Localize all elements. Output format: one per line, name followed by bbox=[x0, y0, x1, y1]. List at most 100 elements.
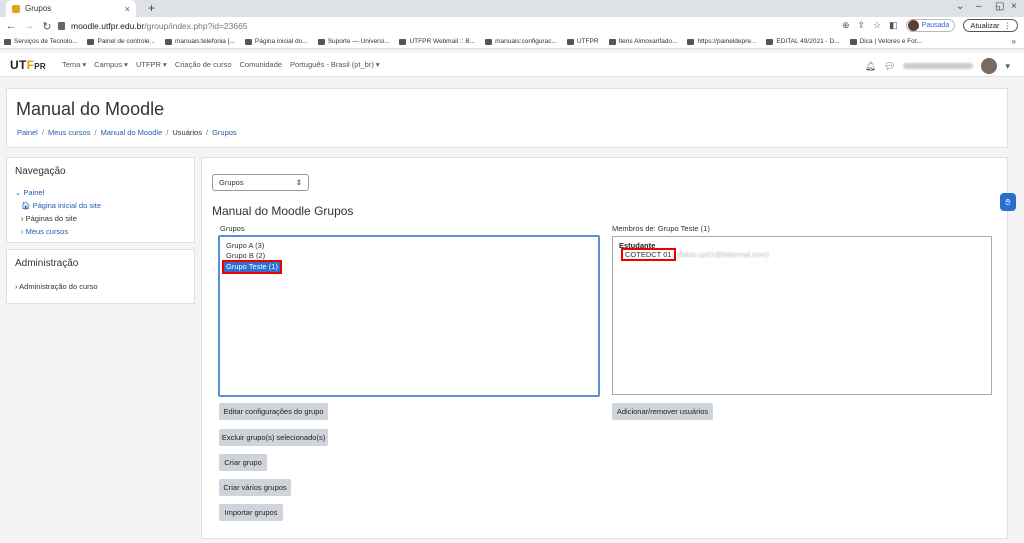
nav-site-pages[interactable]: › Páginas do site bbox=[15, 212, 101, 225]
url-host: moodle.utfpr.edu.br bbox=[71, 21, 145, 31]
bookmark-item[interactable]: Itens Almoxarifado... bbox=[608, 38, 677, 45]
profile-button[interactable]: Pausada bbox=[905, 19, 956, 32]
navbar-menu-item[interactable]: Tema ▾ bbox=[62, 60, 86, 69]
home-icon: 🏠︎ bbox=[21, 201, 31, 210]
groups-listbox[interactable]: Grupo A (3) Grupo B (2) Grupo Teste (1) bbox=[218, 235, 600, 397]
bookmark-favicon-icon bbox=[244, 38, 252, 45]
bookmark-item[interactable]: Dica | Vetores e Fot... bbox=[849, 38, 922, 45]
navbar-menu-item[interactable]: Criação de curso bbox=[175, 60, 232, 69]
breadcrumb-course[interactable]: Manual do Moodle bbox=[101, 128, 163, 137]
bookmark-favicon-icon bbox=[399, 38, 407, 45]
back-icon[interactable]: ← bbox=[4, 20, 18, 32]
url-path: /group/index.php?id=23665 bbox=[144, 21, 248, 31]
administration-block: Administração › Administração do curso bbox=[6, 249, 195, 304]
members-role-group: Estudante bbox=[619, 241, 656, 250]
chevron-down-icon[interactable]: ⌄ bbox=[956, 1, 964, 12]
profile-avatar bbox=[907, 20, 919, 31]
user-name-redacted[interactable] bbox=[903, 63, 974, 69]
messages-icon[interactable]: 💬︎ bbox=[884, 61, 895, 72]
star-icon[interactable]: ☆ bbox=[873, 20, 881, 31]
update-label: Atualizar bbox=[970, 21, 1000, 30]
url-field[interactable]: moodle.utfpr.edu.br/group/index.php?id=2… bbox=[58, 19, 858, 33]
bookmark-favicon-icon bbox=[87, 38, 95, 45]
new-tab-button[interactable]: + bbox=[148, 1, 155, 15]
share-icon[interactable]: ⇪ bbox=[858, 20, 866, 31]
zoom-icon[interactable]: ⊕ bbox=[842, 20, 850, 31]
bookmark-favicon-icon bbox=[317, 38, 325, 45]
chevron-down-icon[interactable]: ▾ bbox=[1005, 61, 1010, 72]
member-email-redacted: (fabio.cp01@fakemail.com) bbox=[677, 250, 769, 259]
bookmark-favicon-icon bbox=[849, 38, 857, 45]
minimize-icon[interactable]: – bbox=[976, 1, 982, 12]
group-option-a[interactable]: Grupo A (3) bbox=[220, 241, 598, 251]
moodle-navbar: UTFPR Tema ▾ Campus ▾ UTFPR ▾ Criação de cu… bbox=[0, 53, 1024, 77]
member-option[interactable]: COTEDCT 01 (fabio.cp01@fakemail.com) bbox=[613, 248, 991, 261]
create-group-button[interactable]: Criar grupo bbox=[219, 454, 267, 471]
accessibility-icon[interactable]: ✋︎ bbox=[1000, 193, 1016, 211]
edit-group-settings-button[interactable]: Editar configurações do grupo bbox=[219, 403, 328, 420]
close-tab-icon[interactable]: × bbox=[125, 4, 130, 14]
bookmarks-bar: Serviços de Tecnolo... Painel de controle… bbox=[0, 35, 1024, 49]
bookmark-item[interactable]: Suporte — Universi... bbox=[317, 38, 389, 45]
administration-block-title: Administração bbox=[15, 258, 79, 269]
bookmark-item[interactable]: Serviços de Tecnolo... bbox=[4, 38, 77, 45]
utfpr-logo[interactable]: UTFPR bbox=[10, 58, 46, 72]
bookmark-favicon-icon bbox=[485, 38, 493, 45]
groups-view-select[interactable]: Grupos ⇕ bbox=[212, 174, 309, 191]
profile-status: Pausada bbox=[921, 22, 950, 29]
nav-painel[interactable]: ⌄ Painel bbox=[15, 186, 101, 199]
breadcrumb-painel[interactable]: Painel bbox=[17, 128, 38, 137]
group-option-b[interactable]: Grupo B (2) bbox=[220, 251, 598, 261]
bookmark-favicon-icon bbox=[566, 38, 574, 45]
bookmark-item[interactable]: https://paineldepre... bbox=[687, 38, 756, 45]
breadcrumb-grupos[interactable]: Grupos bbox=[212, 128, 237, 137]
forward-icon[interactable]: → bbox=[22, 20, 36, 32]
course-title: Manual do Moodle bbox=[16, 99, 165, 119]
admin-course-item[interactable]: › Administração do curso bbox=[15, 280, 98, 293]
bookmarks-overflow-icon[interactable]: » bbox=[1012, 37, 1016, 46]
address-bar-row: ← → ↻ moodle.utfpr.edu.br/group/index.ph… bbox=[0, 17, 1024, 35]
browser-tab-bar: Grupos × + ⌄ – ◱ × bbox=[0, 0, 1024, 17]
member-name: COTEDCT 01 bbox=[621, 248, 676, 261]
kebab-menu-icon: ⋮ bbox=[1003, 21, 1012, 30]
bookmark-favicon-icon bbox=[164, 38, 172, 45]
user-avatar[interactable] bbox=[981, 58, 998, 74]
navigation-block-title: Navegação bbox=[15, 166, 66, 177]
breadcrumb-meus-cursos[interactable]: Meus cursos bbox=[48, 128, 91, 137]
bookmark-favicon-icon bbox=[4, 38, 11, 45]
nav-site-home[interactable]: 🏠︎ Página inicial do site bbox=[15, 199, 101, 212]
navbar-menu-item[interactable]: Português - Brasil (pt_br) ▾ bbox=[290, 60, 380, 69]
browser-tab[interactable]: Grupos × bbox=[6, 0, 136, 17]
delete-selected-groups-button[interactable]: Excluir grupo(s) selecionado(s) bbox=[219, 429, 328, 446]
nav-my-courses[interactable]: › Meus cursos bbox=[15, 225, 101, 238]
bookmark-favicon-icon bbox=[687, 38, 695, 45]
navbar-menu-item[interactable]: UTFPR ▾ bbox=[136, 60, 167, 69]
bookmark-favicon-icon bbox=[608, 38, 616, 45]
bookmark-item[interactable]: Painel de controle... bbox=[87, 38, 155, 45]
bookmark-item[interactable]: UTFPR Webmail :: B... bbox=[399, 38, 475, 45]
sidepanel-icon[interactable]: ◧ bbox=[889, 20, 898, 31]
moodle-favicon-icon bbox=[12, 4, 20, 13]
breadcrumb: Painel / Meus cursos / Manual do Moodle … bbox=[17, 128, 237, 137]
bookmark-item[interactable]: UTFPR bbox=[566, 38, 599, 45]
import-groups-button[interactable]: Importar grupos bbox=[219, 504, 283, 521]
maximize-icon[interactable]: ◱ bbox=[995, 1, 1004, 12]
bookmark-item[interactable]: manuais:telefonia [... bbox=[164, 38, 235, 45]
add-remove-users-button[interactable]: Adicionar/remover usuários bbox=[612, 403, 713, 420]
notifications-icon[interactable]: 🔔︎ bbox=[865, 61, 876, 72]
bookmark-item[interactable]: Página inicial do... bbox=[244, 38, 308, 45]
navbar-menu-item[interactable]: Comunidade bbox=[240, 60, 283, 69]
select-arrows-icon: ⇕ bbox=[295, 178, 302, 187]
breadcrumb-usuarios[interactable]: Usuários bbox=[172, 128, 202, 137]
members-listbox[interactable]: Estudante COTEDCT 01 (fabio.cp01@fakemai… bbox=[612, 236, 992, 395]
bookmark-item[interactable]: manuais:configurac... bbox=[485, 38, 557, 45]
group-option-teste[interactable]: Grupo Teste (1) bbox=[222, 260, 282, 274]
lock-icon bbox=[58, 22, 65, 30]
bookmark-item[interactable]: EDITAL 49/2021 - D... bbox=[766, 38, 840, 45]
update-button[interactable]: Atualizar ⋮ bbox=[963, 19, 1018, 32]
close-window-icon[interactable]: × bbox=[1011, 1, 1017, 12]
primary-menu: Tema ▾ Campus ▾ UTFPR ▾ Criação de curso Com… bbox=[62, 60, 380, 69]
create-groups-button[interactable]: Criar vários grupos bbox=[219, 479, 291, 496]
reload-icon[interactable]: ↻ bbox=[40, 20, 54, 33]
navbar-menu-item[interactable]: Campus ▾ bbox=[94, 60, 128, 69]
